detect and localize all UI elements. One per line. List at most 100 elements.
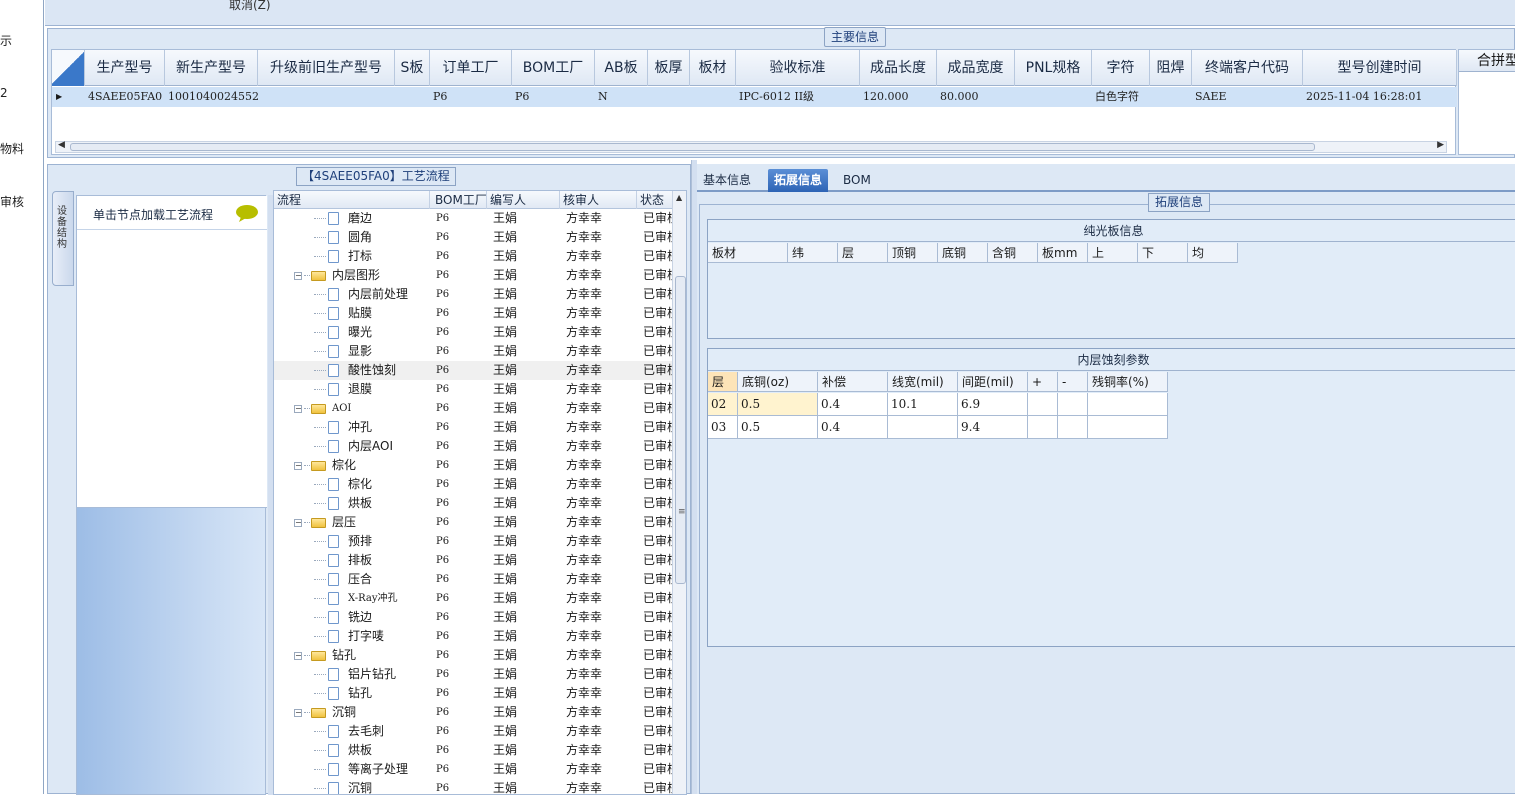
- col-header[interactable]: S板: [395, 50, 430, 86]
- grid-corner[interactable]: [52, 50, 85, 86]
- tree-row[interactable]: 酸性蚀刻 P6 王娟 方幸幸 已审核: [274, 361, 676, 380]
- inner-etch-cell[interactable]: 0.5: [738, 393, 818, 416]
- tree-row[interactable]: 圆角 P6 王娟 方幸幸 已审核: [274, 228, 676, 247]
- table-cell[interactable]: [258, 87, 395, 107]
- inner-etch-cell[interactable]: [1028, 393, 1058, 416]
- table-cell[interactable]: N: [595, 87, 648, 107]
- col-header[interactable]: 型号创建时间: [1303, 50, 1457, 86]
- tree-row[interactable]: − 层压 P6 王娟 方幸幸 已审核: [274, 513, 676, 532]
- table-cell[interactable]: 80.000: [937, 87, 1015, 107]
- inner-etch-col[interactable]: 补偿: [818, 372, 888, 392]
- tree-row[interactable]: 冲孔 P6 王娟 方幸幸 已审核: [274, 418, 676, 437]
- col-header[interactable]: 生产型号: [85, 50, 165, 86]
- collapse-icon[interactable]: −: [294, 405, 302, 413]
- col-header[interactable]: 成品宽度: [937, 50, 1015, 86]
- col-header[interactable]: 板厚: [648, 50, 690, 86]
- inner-etch-cell[interactable]: 0.4: [818, 416, 888, 439]
- scroll-thumb[interactable]: ≡: [675, 276, 686, 584]
- tree-row[interactable]: − 钻孔 P6 王娟 方幸幸 已审核: [274, 646, 676, 665]
- col-header[interactable]: 新生产型号: [165, 50, 258, 86]
- table-cell[interactable]: SAEE: [1192, 87, 1303, 107]
- collapse-icon[interactable]: −: [294, 709, 302, 717]
- vertical-scrollbar[interactable]: ▲ ≡: [672, 191, 686, 794]
- tree-row[interactable]: 退膜 P6 王娟 方幸幸 已审核: [274, 380, 676, 399]
- collapse-icon[interactable]: −: [294, 462, 302, 470]
- inner-etch-col[interactable]: 间距(mil): [958, 372, 1028, 392]
- table-cell[interactable]: 白色字符: [1092, 87, 1150, 107]
- table-cell[interactable]: 10010400245520: [165, 87, 258, 107]
- inner-etch-cell[interactable]: [888, 416, 958, 439]
- nav-item-3[interactable]: 物料: [0, 140, 24, 157]
- tree-col-reviewer[interactable]: 核审人: [560, 191, 637, 209]
- col-header[interactable]: 升级前旧生产型号: [258, 50, 395, 86]
- tree-col-bom[interactable]: BOM工厂: [432, 191, 487, 209]
- bare-board-col[interactable]: 纬: [788, 243, 838, 263]
- tree-row[interactable]: X-Ray冲孔 P6 王娟 方幸幸 已审核: [274, 589, 676, 608]
- tree-row[interactable]: − 内层图形 P6 王娟 方幸幸 已审核: [274, 266, 676, 285]
- col-header[interactable]: 字符: [1092, 50, 1150, 86]
- inner-etch-col[interactable]: 层: [708, 372, 738, 392]
- inner-etch-cell[interactable]: 02: [708, 393, 738, 416]
- table-cell[interactable]: 4SAEE05FA0: [85, 87, 165, 107]
- tree-col-process[interactable]: 流程: [274, 191, 430, 209]
- tree-row[interactable]: 烘板 P6 王娟 方幸幸 已审核: [274, 494, 676, 513]
- col-header[interactable]: 阻焊: [1150, 50, 1192, 86]
- horizontal-scrollbar[interactable]: ◀ ▶: [55, 140, 1447, 153]
- inner-etch-col[interactable]: 残铜率(%): [1088, 372, 1168, 392]
- col-header[interactable]: BOM工厂: [512, 50, 595, 86]
- table-cell[interactable]: [395, 87, 430, 107]
- col-header[interactable]: PNL规格: [1015, 50, 1092, 86]
- tree-row[interactable]: 内层前处理 P6 王娟 方幸幸 已审核: [274, 285, 676, 304]
- bare-board-col[interactable]: 下: [1138, 243, 1188, 263]
- scroll-left-icon[interactable]: ◀: [58, 140, 65, 150]
- cancel-button[interactable]: 取消(Z): [229, 0, 271, 13]
- inner-etch-cell[interactable]: 03: [708, 416, 738, 439]
- inner-etch-col[interactable]: -: [1058, 372, 1088, 392]
- merge-column-header[interactable]: 合拼型: [1459, 50, 1515, 72]
- tree-row[interactable]: 磨边 P6 王娟 方幸幸 已审核: [274, 209, 676, 228]
- tree-row[interactable]: 预排 P6 王娟 方幸幸 已审核: [274, 532, 676, 551]
- collapse-icon[interactable]: −: [294, 652, 302, 660]
- bare-board-col[interactable]: 层: [838, 243, 888, 263]
- table-cell[interactable]: 2025-11-04 16:28:01: [1303, 87, 1457, 107]
- table-cell[interactable]: [1150, 87, 1192, 107]
- inner-etch-cell[interactable]: 0.5: [738, 416, 818, 439]
- table-cell[interactable]: 120.000: [860, 87, 937, 107]
- col-header[interactable]: 验收标准: [736, 50, 860, 86]
- inner-etch-cell[interactable]: [1088, 393, 1168, 416]
- nav-item-1[interactable]: 示: [0, 32, 12, 49]
- inner-etch-cell[interactable]: [1088, 416, 1168, 439]
- inner-etch-cell[interactable]: 10.1: [888, 393, 958, 416]
- bare-board-col[interactable]: 底铜: [938, 243, 988, 263]
- tree-row[interactable]: − 棕化 P6 王娟 方幸幸 已审核: [274, 456, 676, 475]
- tree-row[interactable]: 显影 P6 王娟 方幸幸 已审核: [274, 342, 676, 361]
- col-header[interactable]: 订单工厂: [430, 50, 512, 86]
- tree-row[interactable]: 铣边 P6 王娟 方幸幸 已审核: [274, 608, 676, 627]
- scroll-up-icon[interactable]: ▲: [676, 193, 682, 202]
- tree-row[interactable]: 贴膜 P6 王娟 方幸幸 已审核: [274, 304, 676, 323]
- col-header[interactable]: 终端客户代码: [1192, 50, 1303, 86]
- collapse-icon[interactable]: −: [294, 519, 302, 527]
- bare-board-col[interactable]: 板mm: [1038, 243, 1088, 263]
- table-cell[interactable]: IPC-6012 II级: [736, 87, 860, 107]
- tree-row[interactable]: 沉铜 P6 王娟 方幸幸 已审核: [274, 779, 676, 794]
- tab-device-structure[interactable]: 设备结构: [52, 191, 74, 286]
- nav-item-4[interactable]: 审核: [0, 193, 24, 210]
- tree-row[interactable]: 等离子处理 P6 王娟 方幸幸 已审核: [274, 760, 676, 779]
- bare-board-col[interactable]: 均: [1188, 243, 1238, 263]
- scroll-right-icon[interactable]: ▶: [1437, 140, 1444, 150]
- table-cell[interactable]: [690, 87, 736, 107]
- tree-row[interactable]: 钻孔 P6 王娟 方幸幸 已审核: [274, 684, 676, 703]
- table-cell[interactable]: [648, 87, 690, 107]
- tree-row[interactable]: 烘板 P6 王娟 方幸幸 已审核: [274, 741, 676, 760]
- inner-etch-cell[interactable]: [1058, 393, 1088, 416]
- collapse-icon[interactable]: −: [294, 272, 302, 280]
- col-header[interactable]: 成品长度: [860, 50, 937, 86]
- table-cell[interactable]: P6: [512, 87, 595, 107]
- col-header[interactable]: 板材: [690, 50, 736, 86]
- col-header[interactable]: AB板: [595, 50, 648, 86]
- tree-row[interactable]: 内层AOI P6 王娟 方幸幸 已审核: [274, 437, 676, 456]
- tab-extended-info[interactable]: 拓展信息: [768, 169, 829, 192]
- tree-row[interactable]: 棕化 P6 王娟 方幸幸 已审核: [274, 475, 676, 494]
- tree-row[interactable]: − AOI P6 王娟 方幸幸 已审核: [274, 399, 676, 418]
